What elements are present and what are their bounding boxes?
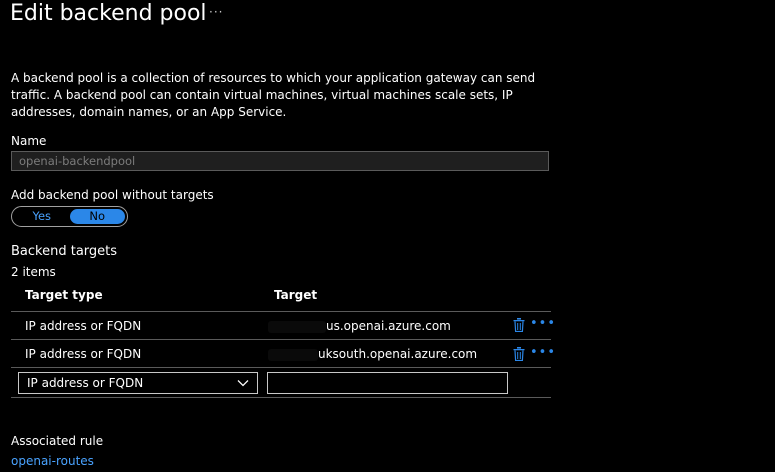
without-targets-toggle: Yes No — [11, 206, 128, 227]
row-more-icon[interactable]: ••• — [530, 346, 556, 359]
table-divider — [11, 397, 551, 398]
associated-rule-label: Associated rule — [11, 434, 104, 448]
redacted-block: xxxxxxxx — [268, 320, 326, 333]
redacted-block: xxxxxxxxxx — [268, 348, 318, 361]
chevron-down-icon — [237, 380, 249, 387]
associated-rule-link[interactable]: openai-routes — [11, 454, 94, 468]
toggle-option-no[interactable]: No — [69, 209, 125, 224]
row-1-target: xxxxxxxxus.openai.azure.com — [268, 319, 451, 333]
page-title: Edit backend pool — [10, 1, 207, 26]
row-more-icon[interactable]: ••• — [530, 317, 556, 330]
without-targets-label: Add backend pool without targets — [11, 188, 214, 202]
name-label: Name — [11, 134, 47, 148]
name-input: openai-backendpool — [11, 151, 549, 171]
target-input[interactable] — [267, 372, 508, 394]
target-type-select-value: IP address or FQDN — [27, 376, 144, 390]
column-header-target: Target — [274, 288, 318, 302]
description-text: A backend pool is a collection of resour… — [11, 71, 536, 119]
delete-icon[interactable] — [513, 346, 525, 365]
delete-icon[interactable] — [513, 317, 525, 336]
target-type-select[interactable]: IP address or FQDN — [18, 372, 258, 394]
column-header-target-type: Target type — [25, 288, 103, 302]
toggle-option-yes[interactable]: Yes — [14, 209, 70, 224]
items-count: 2 items — [11, 265, 56, 279]
row-1-target-suffix: us.openai.azure.com — [326, 319, 451, 333]
row-2-target-type: IP address or FQDN — [25, 347, 142, 361]
row-2-target: xxxxxxxxxxuksouth.openai.azure.com — [268, 347, 477, 361]
table-divider — [11, 339, 551, 340]
row-1-target-type: IP address or FQDN — [25, 319, 142, 333]
more-options-button[interactable]: ··· — [209, 5, 223, 19]
backend-targets-title: Backend targets — [11, 244, 118, 259]
table-divider — [11, 311, 551, 312]
table-divider — [11, 367, 551, 368]
row-2-target-suffix: uksouth.openai.azure.com — [318, 347, 478, 361]
